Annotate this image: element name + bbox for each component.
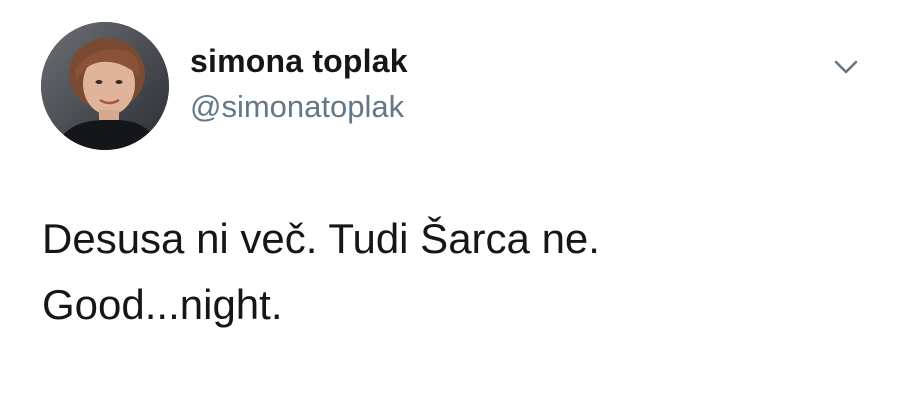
tweet-menu-button[interactable] xyxy=(826,50,866,82)
tweet-body: Desusa ni več. Tudi Šarca ne. Good...nig… xyxy=(42,206,862,338)
author-avatar[interactable] xyxy=(41,22,169,150)
tweet-card: simona toplak @simonatoplak Desusa ni ve… xyxy=(0,0,900,414)
author-display-name[interactable]: simona toplak xyxy=(190,43,408,80)
avatar-photo-icon xyxy=(41,22,169,150)
author-handle[interactable]: @simonatoplak xyxy=(190,89,404,125)
chevron-down-icon xyxy=(834,60,858,74)
tweet-text-line: Desusa ni več. Tudi Šarca ne. xyxy=(42,215,600,262)
tweet-text-line: Good...night. xyxy=(42,281,283,328)
